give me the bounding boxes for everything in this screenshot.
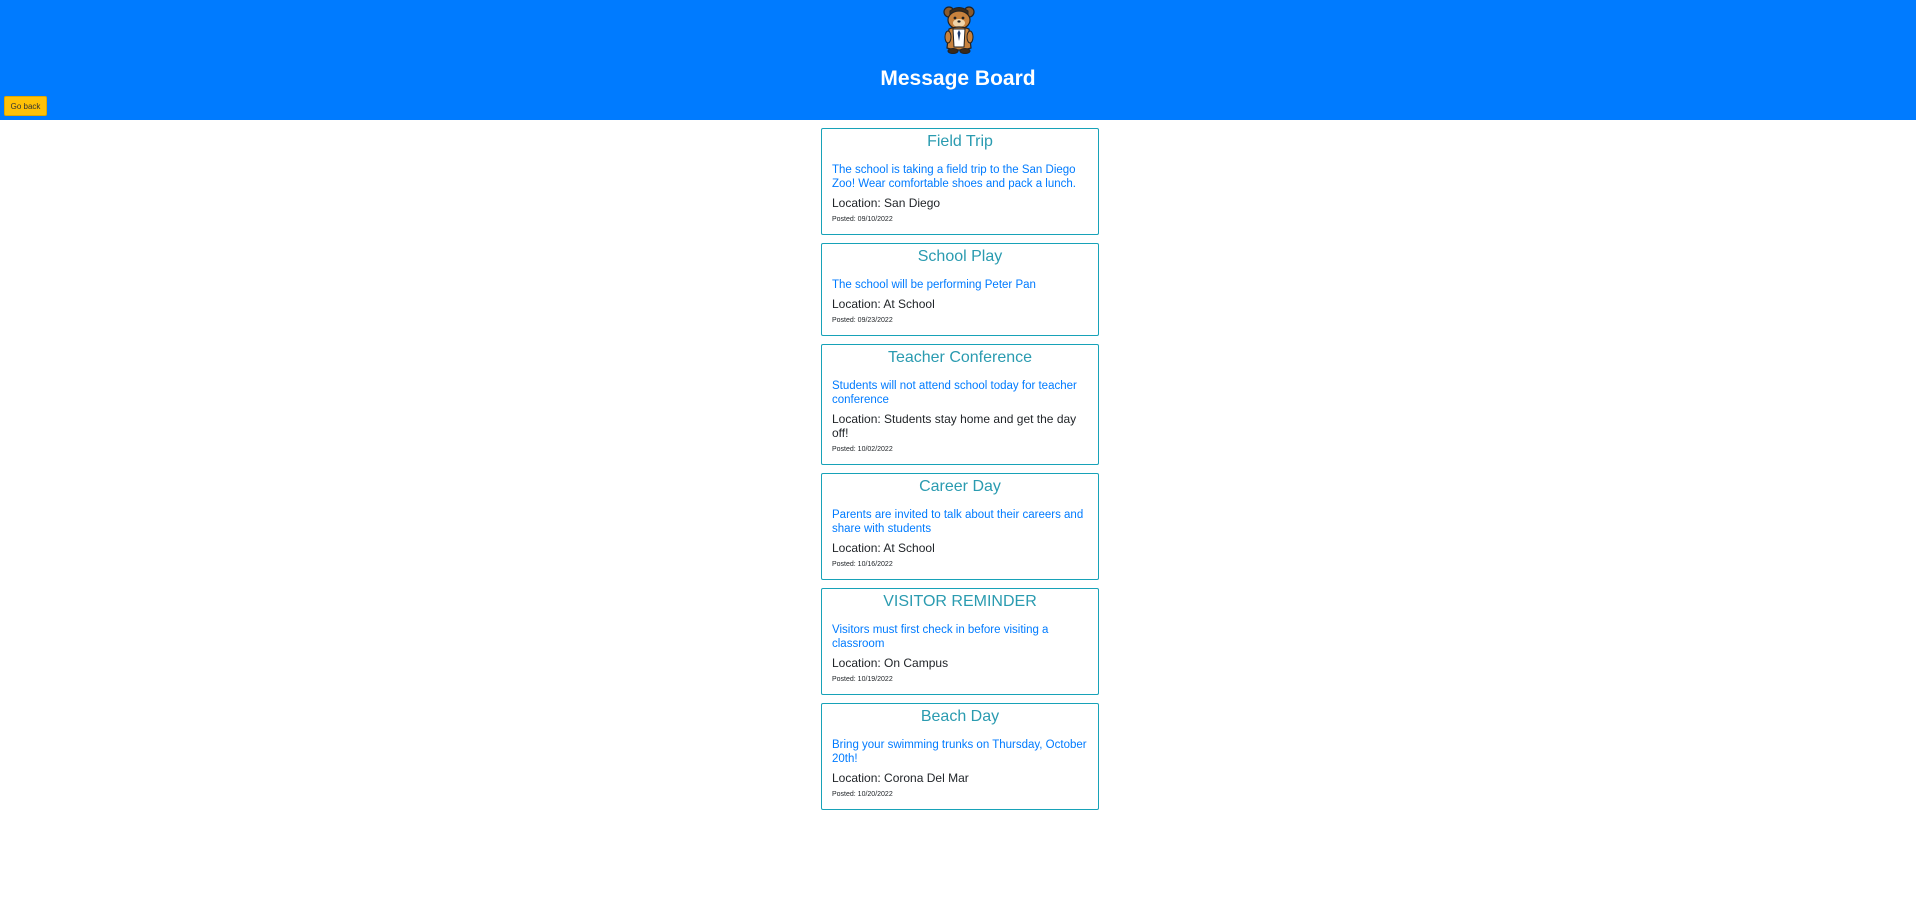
message-posted-date: Posted: 10/20/2022 xyxy=(832,791,893,798)
message-posted-date: Posted: 10/16/2022 xyxy=(832,561,893,568)
message-card-teacher-conference: Teacher Conference Students will not att… xyxy=(821,344,1099,465)
message-location: Location: Students stay home and get the… xyxy=(832,412,1077,440)
message-card-beach-day: Beach Day Bring your swimming trunks on … xyxy=(821,703,1099,810)
message-description: Bring your swimming trunks on Thursday, … xyxy=(832,739,1087,765)
message-description: Students will not attend school today fo… xyxy=(832,380,1077,406)
message-location: Location: At School xyxy=(832,297,935,311)
message-card-school-play: School Play The school will be performin… xyxy=(821,243,1099,336)
message-posted-date: Posted: 10/19/2022 xyxy=(832,676,893,683)
message-description: Visitors must first check in before visi… xyxy=(832,624,1049,650)
page-header: Message Board Go back xyxy=(0,0,1916,120)
message-description: Parents are invited to talk about their … xyxy=(832,509,1084,535)
message-posted-date: Posted: 09/10/2022 xyxy=(832,216,893,223)
message-card-career-day: Career Day Parents are invited to talk a… xyxy=(821,473,1099,580)
message-location: Location: At School xyxy=(832,541,935,555)
message-title: VISITOR REMINDER xyxy=(883,593,1037,610)
mascot-logo-icon xyxy=(943,6,975,54)
message-list: Field Trip The school is taking a field … xyxy=(821,128,1099,810)
go-back-button[interactable]: Go back xyxy=(4,96,47,116)
page-title: Message Board xyxy=(880,67,1036,90)
message-location: Location: San Diego xyxy=(832,196,941,210)
message-title: Career Day xyxy=(919,478,1001,495)
message-title: Teacher Conference xyxy=(887,349,1033,366)
message-description: The school is taking a field trip to the… xyxy=(832,164,1076,190)
message-title: Beach Day xyxy=(920,708,1000,725)
message-posted-date: Posted: 09/23/2022 xyxy=(832,317,893,324)
message-description: The school will be performing Peter Pan xyxy=(832,279,1036,291)
message-title: Field Trip xyxy=(927,133,993,150)
message-location: Location: On Campus xyxy=(832,656,949,670)
message-location: Location: Corona Del Mar xyxy=(832,771,969,785)
message-title: School Play xyxy=(917,248,1003,265)
message-posted-date: Posted: 10/02/2022 xyxy=(832,446,893,453)
message-card-visitor-reminder: VISITOR REMINDER Visitors must first che… xyxy=(821,588,1099,695)
message-card-field-trip: Field Trip The school is taking a field … xyxy=(821,128,1099,235)
